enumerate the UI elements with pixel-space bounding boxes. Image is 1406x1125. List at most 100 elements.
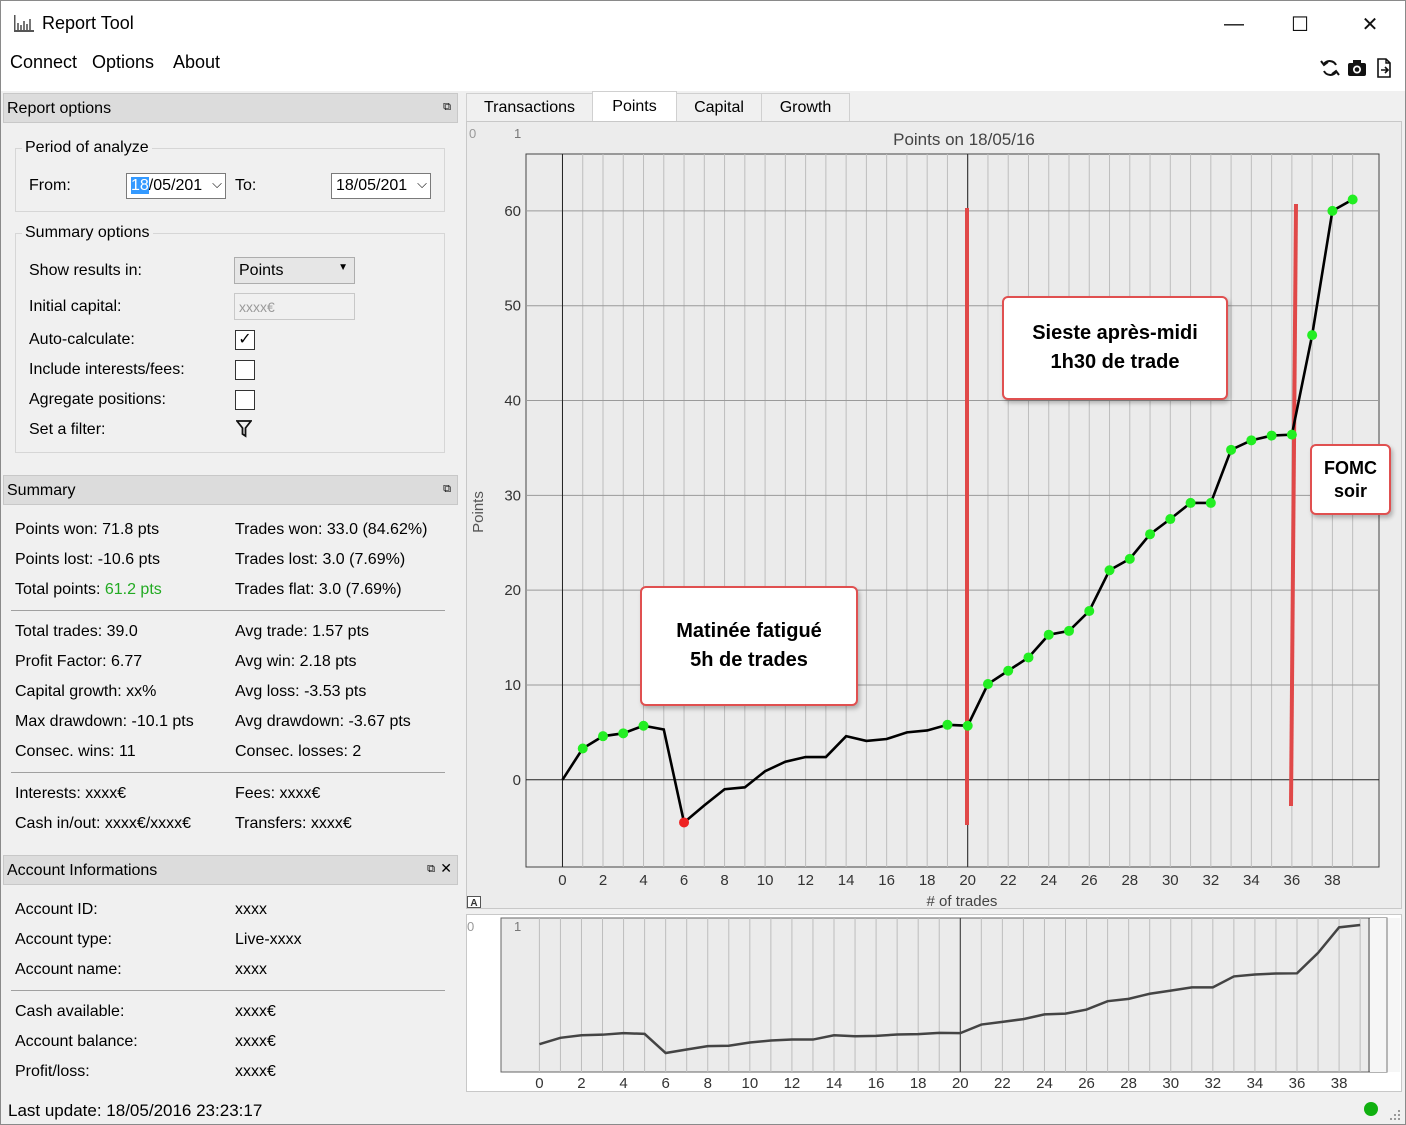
overview-x-tick-label: 12: [784, 1075, 801, 1092]
total-trades: Total trades: 39.0: [15, 623, 138, 640]
auto-calculate-checkbox[interactable]: ✓: [235, 330, 255, 350]
aggregate-positions-checkbox[interactable]: [235, 390, 255, 410]
account-type-label: Account type:: [15, 931, 112, 948]
y-tick-label: 40: [504, 393, 521, 410]
data-point: [638, 720, 649, 731]
total-points: Total points: 61.2 pts: [15, 581, 162, 599]
y-tick-label: 10: [504, 677, 521, 694]
show-results-value: Points: [239, 262, 284, 279]
annotation-fomc-line1: FOMC: [1324, 458, 1377, 478]
connection-status-dot: [1364, 1102, 1378, 1116]
data-point: [942, 719, 953, 730]
from-date-field[interactable]: 18/05/201 ⌵: [126, 173, 226, 199]
data-point: [1084, 606, 1095, 617]
fees: Fees: xxxx€: [235, 785, 321, 802]
annotation-fomc-line2: soir: [1333, 481, 1367, 501]
data-point: [1185, 497, 1196, 508]
points-chart[interactable]: 01020304050600 2 4 6 8 10 12 14 16 18 20 22 24 26 28 30…: [467, 122, 1403, 910]
summary-options-title: Summary options: [22, 224, 153, 242]
report-options-title: Report options: [7, 100, 112, 117]
trades-flat: Trades flat: 3.0 (7.69%): [235, 581, 402, 598]
trades-lost: Trades lost: 3.0 (7.69%): [235, 551, 406, 568]
initial-capital-input[interactable]: xxxx€: [234, 293, 355, 320]
y-axis-label: Points: [470, 491, 487, 533]
tab-growth[interactable]: Growth: [761, 93, 850, 122]
x-tick-label: 26: [1081, 872, 1098, 889]
max-drawdown: Max drawdown: -10.1 pts: [15, 713, 194, 730]
maximize-button[interactable]: ☐: [1277, 1, 1323, 47]
x-tick-label: 10: [757, 872, 774, 889]
summary-separator: [11, 772, 445, 773]
x-axis-label: # of trades: [927, 893, 998, 910]
tab-capital[interactable]: Capital: [676, 93, 762, 122]
annotation-morning: Matinée fatigué 5h de trades: [640, 586, 858, 706]
corner-label: 0: [469, 126, 476, 141]
x-tick-label: 28: [1121, 872, 1138, 889]
summary-header: Summary ⧉: [3, 475, 458, 505]
overview-x-tick-label: 0: [535, 1075, 543, 1092]
float-panel-icon[interactable]: ⧉: [427, 863, 435, 876]
overview-x-tick-label: 4: [619, 1075, 627, 1092]
data-point: [1003, 665, 1014, 676]
consec-wins: Consec. wins: 11: [15, 743, 136, 760]
from-date-rest: /05/201: [148, 177, 203, 194]
overview-chart-frame: 0 1 0 2 4 6 8 10 12 14 16 18 20 22 24 26 28 30 32 34 36 38: [466, 914, 1402, 1092]
annotation-morning-line1: Matinée fatigué: [676, 620, 822, 642]
show-results-select[interactable]: Points ▼: [234, 257, 355, 284]
menu-options[interactable]: Options: [92, 52, 154, 73]
chevron-down-icon[interactable]: ⌵: [417, 176, 427, 192]
chevron-down-icon[interactable]: ⌵: [212, 176, 222, 192]
overview-x-tick-label: 20: [952, 1075, 969, 1092]
x-tick-label: 2: [599, 872, 607, 889]
data-point: [1043, 629, 1054, 640]
data-point: [577, 743, 588, 754]
filter-icon[interactable]: [236, 420, 252, 438]
x-tick-label: 38: [1324, 872, 1341, 889]
include-interests-checkbox[interactable]: [235, 360, 255, 380]
resize-grip-icon[interactable]: [1389, 1109, 1401, 1121]
overview-right-region: [1370, 918, 1400, 1072]
minimize-button[interactable]: —: [1211, 1, 1257, 47]
overview-x-tick-label: 36: [1289, 1075, 1306, 1092]
overview-x-tick-label: 6: [661, 1075, 669, 1092]
account-id-value: xxxx: [235, 901, 267, 918]
tab-points[interactable]: Points: [592, 91, 677, 121]
menu-about[interactable]: About: [173, 52, 220, 73]
account-title: Account Informations: [7, 862, 158, 879]
overview-x-tick-label: 34: [1247, 1075, 1264, 1092]
y-tick-label: 0: [513, 772, 521, 789]
from-label: From:: [29, 177, 71, 194]
app-chart-icon: [14, 15, 34, 32]
account-header: Account Informations ⧉ ✕: [3, 855, 458, 885]
account-name-value: xxxx: [235, 961, 267, 978]
profit-factor: Profit Factor: 6.77: [15, 653, 143, 670]
annotation-nap-line1: Sieste après-midi: [1032, 322, 1198, 344]
corner-label: 1: [514, 126, 521, 141]
auto-scale-icon[interactable]: A: [467, 896, 481, 908]
data-point: [1104, 565, 1115, 576]
float-panel-icon[interactable]: ⧉: [443, 483, 451, 496]
overview-chart[interactable]: 0 10 2 4 6 8 10 12 14 16 18 20 22 24 26 28 30 32 34 36 38: [467, 915, 1403, 1093]
menu-connect[interactable]: Connect: [10, 52, 77, 73]
tab-transactions[interactable]: Transactions: [466, 93, 593, 122]
float-panel-icon[interactable]: ⧉: [443, 101, 451, 114]
camera-icon[interactable]: [1346, 57, 1368, 79]
x-tick-label: 24: [1040, 872, 1057, 889]
refresh-icon[interactable]: [1319, 57, 1341, 79]
close-panel-icon[interactable]: ✕: [440, 860, 452, 877]
close-button[interactable]: ✕: [1347, 1, 1393, 47]
title-bar: Report Tool — ☐ ✕: [1, 1, 1405, 47]
avg-trade: Avg trade: 1.57 pts: [235, 623, 370, 640]
overview-x-tick-label: 38: [1331, 1075, 1348, 1092]
data-point: [982, 679, 993, 690]
export-icon[interactable]: [1373, 57, 1395, 79]
total-points-value: 61.2 pts: [104, 581, 162, 598]
cash-available-value: xxxx€: [235, 1003, 276, 1020]
avg-win: Avg win: 2.18 pts: [235, 653, 357, 670]
x-tick-label: 30: [1162, 872, 1179, 889]
to-date-field[interactable]: 18/05/201 ⌵: [331, 173, 431, 199]
overview-x-tick-label: 26: [1078, 1075, 1095, 1092]
auto-calculate-label: Auto-calculate:: [29, 331, 135, 348]
account-name-label: Account name:: [15, 961, 122, 978]
data-point: [1064, 625, 1075, 636]
